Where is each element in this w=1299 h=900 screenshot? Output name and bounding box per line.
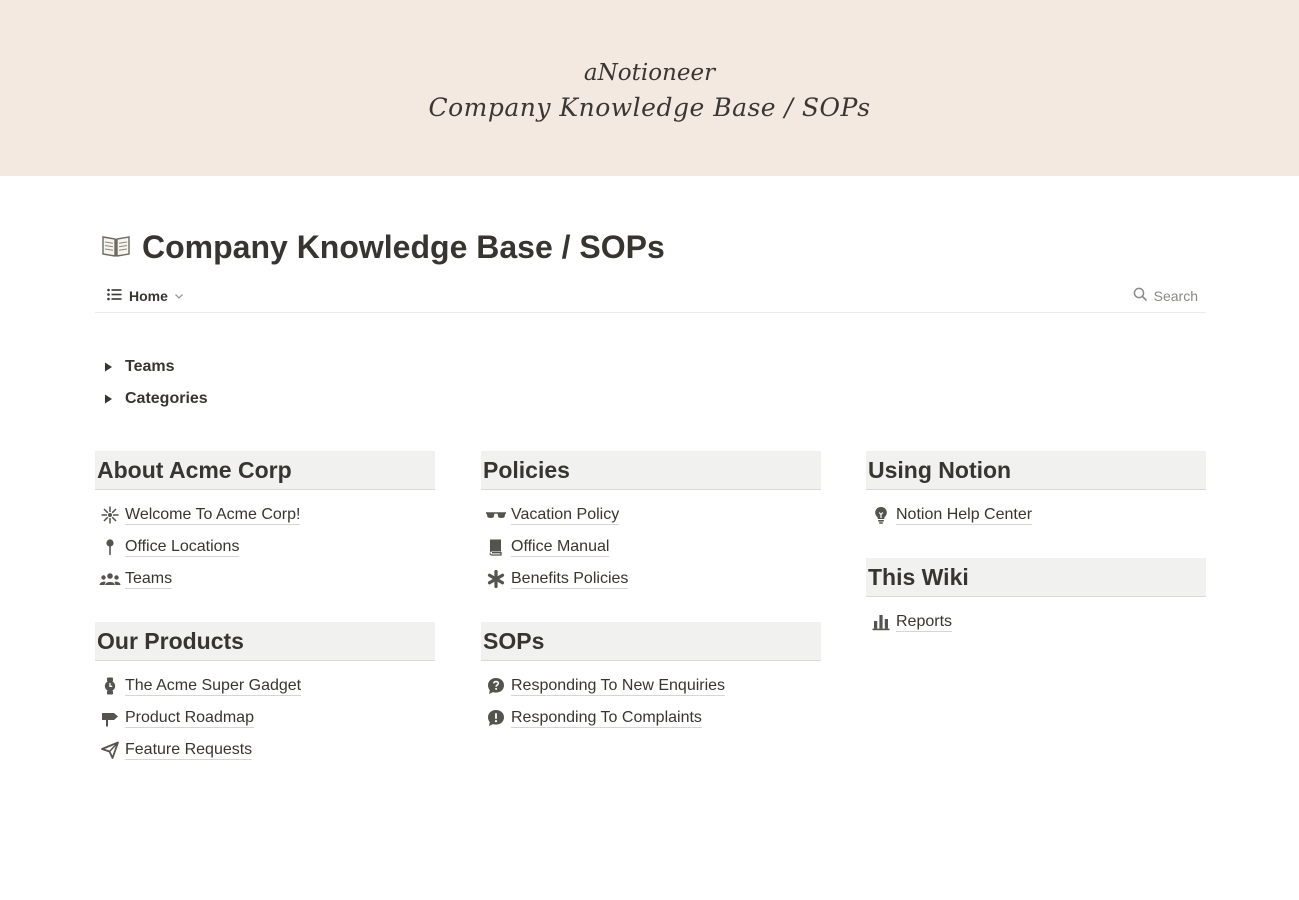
sunglasses-icon [481, 505, 511, 525]
link-office-manual[interactable]: Office Manual [481, 531, 821, 563]
section-heading: This Wiki [866, 558, 1206, 597]
section-heading: About Acme Corp [95, 451, 435, 490]
link-vacation-policy[interactable]: Vacation Policy [481, 499, 821, 531]
database-view-bar: Home Search [95, 280, 1206, 313]
open-book-icon[interactable] [101, 232, 131, 260]
exclamation-bubble-icon [481, 708, 511, 728]
section-sops: SOPs Responding To New Enquiries Respond… [481, 622, 821, 734]
bar-chart-icon [866, 612, 896, 632]
link-feature-requests[interactable]: Feature Requests [95, 734, 435, 766]
section-heading: SOPs [481, 622, 821, 661]
section-policies: Policies Vacation Policy Office Manual B… [481, 451, 821, 595]
section-heading: Using Notion [866, 451, 1206, 490]
link-label: Vacation Policy [511, 506, 620, 525]
link-label: Office Locations [125, 538, 240, 557]
signpost-icon [95, 708, 125, 728]
link-label: Responding To Complaints [511, 709, 702, 728]
page-cover: aNotioneer Company Knowledge Base / SOPs [0, 0, 1299, 176]
link-responding-to-complaints[interactable]: Responding To Complaints [481, 702, 821, 734]
link-label: Office Manual [511, 538, 610, 557]
view-tab-label: Home [129, 288, 168, 304]
section-this-wiki: This Wiki Reports [866, 558, 1206, 638]
paper-plane-icon [95, 740, 125, 760]
cover-brand-text: aNotioneer [583, 60, 716, 86]
question-bubble-icon [481, 676, 511, 696]
link-label: Feature Requests [125, 741, 253, 760]
link-office-locations[interactable]: Office Locations [95, 531, 435, 563]
pin-icon [95, 537, 125, 557]
link-label: Notion Help Center [896, 506, 1033, 525]
list-icon [107, 288, 129, 304]
section-heading: Policies [481, 451, 821, 490]
link-label: Teams [125, 570, 173, 589]
triangle-right-icon [101, 394, 125, 404]
link-reports[interactable]: Reports [866, 606, 1206, 638]
search-label: Search [1153, 288, 1198, 304]
link-label: Welcome To Acme Corp! [125, 506, 301, 525]
lightbulb-icon [866, 505, 896, 525]
sparkle-icon [95, 505, 125, 525]
link-responding-to-new-enquiries[interactable]: Responding To New Enquiries [481, 670, 821, 702]
link-label: Product Roadmap [125, 709, 254, 728]
section-using-notion: Using Notion Notion Help Center [866, 451, 1206, 531]
link-product-roadmap[interactable]: Product Roadmap [95, 702, 435, 734]
watch-icon [95, 676, 125, 696]
view-tab-home[interactable]: Home [107, 284, 191, 308]
page-title: Company Knowledge Base / SOPs [142, 229, 665, 265]
link-teams[interactable]: Teams [95, 563, 435, 595]
toggle-label: Teams [125, 358, 175, 375]
section-heading: Our Products [95, 622, 435, 661]
toggle-teams[interactable]: Teams [101, 355, 175, 379]
toggle-categories[interactable]: Categories [101, 387, 208, 411]
search-icon [1133, 287, 1154, 305]
link-acme-super-gadget[interactable]: The Acme Super Gadget [95, 670, 435, 702]
book-icon [481, 537, 511, 557]
link-benefits-policies[interactable]: Benefits Policies [481, 563, 821, 595]
section-about-acme: About Acme Corp Welcome To Acme Corp! Of… [95, 451, 435, 595]
asterisk-icon [481, 569, 511, 589]
link-notion-help-center[interactable]: Notion Help Center [866, 499, 1206, 531]
link-label: Responding To New Enquiries [511, 677, 726, 696]
triangle-right-icon [101, 362, 125, 372]
link-label: Reports [896, 613, 953, 632]
search-button[interactable]: Search [1133, 284, 1198, 308]
chevron-down-icon [174, 288, 191, 304]
cover-title-text: Company Knowledge Base / SOPs [428, 93, 871, 122]
link-welcome-to-acme[interactable]: Welcome To Acme Corp! [95, 499, 435, 531]
toggle-label: Categories [125, 390, 208, 407]
link-label: The Acme Super Gadget [125, 677, 302, 696]
section-our-products: Our Products The Acme Super Gadget Produ… [95, 622, 435, 766]
people-icon [95, 569, 125, 589]
link-label: Benefits Policies [511, 570, 629, 589]
